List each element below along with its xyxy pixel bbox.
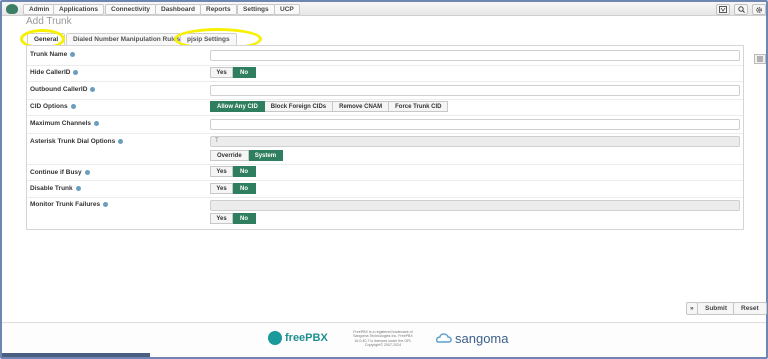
tab-pjsip-settings[interactable]: pjsip Settings: [180, 33, 237, 45]
continue-if-busy-toggle: Yes No: [210, 166, 256, 177]
continue-if-busy-label: Continue if Busy: [30, 169, 90, 176]
row-divider: [27, 115, 743, 116]
disable-trunk-no[interactable]: No: [233, 183, 256, 194]
help-icon[interactable]: [73, 69, 79, 75]
hide-callerid-no[interactable]: No: [233, 67, 256, 78]
outbound-callerid-label: Outbound CallerID: [30, 86, 96, 93]
footer-legal-text: FreePBX is a registered trademark of San…: [353, 330, 413, 348]
trunk-name-label: Trunk Name: [30, 51, 76, 58]
cid-block-foreign[interactable]: Block Foreign CIDs: [264, 101, 334, 112]
help-icon[interactable]: [118, 138, 124, 144]
cid-options-label: CID Options: [30, 103, 76, 110]
help-icon[interactable]: [70, 103, 76, 109]
hide-callerid-yes[interactable]: Yes: [210, 67, 233, 78]
cid-remove-cnam[interactable]: Remove CNAM: [333, 101, 390, 112]
hide-callerid-label: Hide CallerID: [30, 69, 79, 76]
row-divider: [27, 99, 743, 100]
dial-options-toggle: Override System: [210, 150, 284, 161]
dial-options-input[interactable]: T: [210, 136, 740, 147]
row-divider: [27, 180, 743, 181]
top-navbar: Admin Applications Connectivity Dashboar…: [2, 2, 766, 16]
freepbx-footer-logo[interactable]: freePBX: [268, 331, 328, 345]
nav-reports[interactable]: Reports: [200, 4, 237, 15]
help-icon[interactable]: [90, 86, 96, 92]
nav-connectivity[interactable]: Connectivity: [105, 4, 157, 15]
disable-trunk-label: Disable Trunk: [30, 185, 81, 192]
row-divider: [27, 65, 743, 66]
cid-force-trunk[interactable]: Force Trunk CID: [389, 101, 449, 112]
submit-button[interactable]: Submit: [697, 302, 736, 315]
cid-options-group: Allow Any CID Block Foreign CIDs Remove …: [210, 101, 449, 112]
reset-button[interactable]: Reset: [733, 302, 767, 315]
search-icon[interactable]: [734, 4, 748, 15]
collapse-button[interactable]: »: [686, 302, 698, 315]
nav-settings[interactable]: Settings: [237, 4, 275, 15]
list-menu-icon[interactable]: [754, 54, 766, 64]
monitor-failures-input[interactable]: [210, 200, 740, 211]
tab-general[interactable]: General: [27, 33, 66, 45]
max-channels-label: Maximum Channels: [30, 120, 100, 127]
nav-admin[interactable]: Admin: [23, 4, 56, 15]
continue-if-busy-yes[interactable]: Yes: [210, 166, 233, 177]
freepbx-logo-icon[interactable]: [6, 4, 18, 14]
cid-allow-any[interactable]: Allow Any CID: [210, 101, 265, 112]
freepbx-logo-icon: [268, 331, 282, 345]
gear-icon[interactable]: [752, 4, 766, 15]
help-icon[interactable]: [103, 201, 109, 207]
sangoma-logo-icon: [436, 332, 452, 343]
help-icon[interactable]: [75, 185, 81, 191]
row-divider: [27, 197, 743, 198]
monitor-failures-yes[interactable]: Yes: [210, 213, 233, 224]
row-divider: [27, 133, 743, 134]
row-divider: [27, 164, 743, 165]
sangoma-footer-logo[interactable]: sangoma: [436, 331, 508, 346]
help-icon[interactable]: [70, 51, 76, 57]
row-divider: [27, 81, 743, 82]
max-channels-input[interactable]: [210, 119, 740, 130]
monitor-failures-label: Monitor Trunk Failures: [30, 201, 109, 208]
nav-ucp[interactable]: UCP: [274, 4, 300, 15]
nav-dashboard[interactable]: Dashboard: [155, 4, 201, 15]
disable-trunk-yes[interactable]: Yes: [210, 183, 233, 194]
hide-callerid-toggle: Yes No: [210, 67, 256, 78]
continue-if-busy-no[interactable]: No: [233, 166, 256, 177]
dial-options-label: Asterisk Trunk Dial Options: [30, 138, 124, 145]
freepbx-brand: freePBX: [285, 332, 328, 344]
monitor-failures-no[interactable]: No: [233, 213, 256, 224]
trunk-name-input[interactable]: [210, 50, 740, 61]
tab-dialed-number-rules[interactable]: Dialed Number Manipulation Rules: [66, 33, 188, 45]
help-icon[interactable]: [84, 169, 90, 175]
browser-status-bar: [2, 353, 150, 357]
dial-options-override[interactable]: Override: [210, 150, 249, 161]
help-icon[interactable]: [94, 120, 100, 126]
nav-applications[interactable]: Applications: [53, 4, 105, 15]
sangoma-brand: sangoma: [455, 331, 509, 346]
monitor-failures-toggle: Yes No: [210, 213, 256, 224]
language-icon[interactable]: [716, 4, 730, 15]
page-title: Add Trunk: [26, 16, 72, 27]
outbound-callerid-input[interactable]: [210, 85, 740, 96]
disable-trunk-toggle: Yes No: [210, 183, 256, 194]
dial-options-system[interactable]: System: [248, 150, 284, 161]
